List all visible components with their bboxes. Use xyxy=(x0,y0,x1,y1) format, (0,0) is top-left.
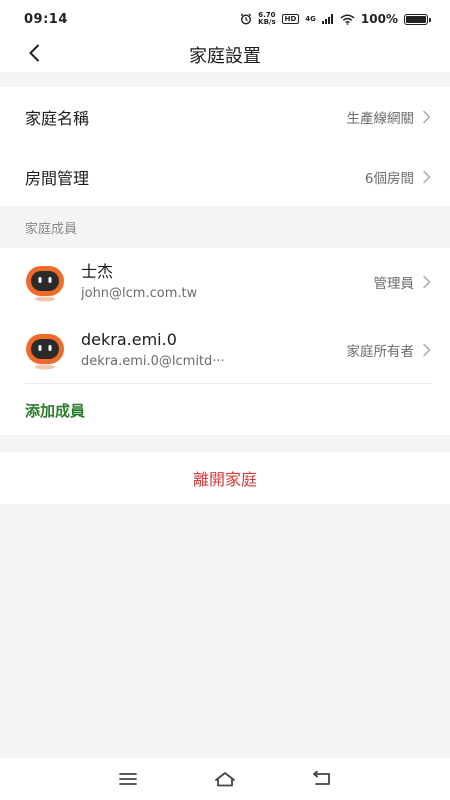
system-nav-bar xyxy=(0,758,450,800)
member-info: dekra.emi.0 dekra.emi.0@lcmitd··· xyxy=(81,329,347,371)
member-info: 士杰 john@lcm.com.tw xyxy=(81,261,374,303)
page-title: 家庭設置 xyxy=(189,46,261,67)
menu-button[interactable] xyxy=(108,764,148,794)
home-settings-card: 家庭名稱 生產線網關 房間管理 6個房間 xyxy=(0,87,450,206)
add-member-button[interactable]: 添加成員 xyxy=(25,400,85,421)
chevron-right-icon xyxy=(423,343,431,357)
member-row[interactable]: dekra.emi.0 dekra.emi.0@lcmitd··· 家庭所有者 xyxy=(0,316,450,384)
back-icon xyxy=(312,771,330,785)
speed-unit: KB/s xyxy=(258,18,276,26)
wifi-icon xyxy=(340,14,355,25)
member-role: 家庭所有者 xyxy=(346,344,415,360)
home-name-value-group: 生產線網關 xyxy=(347,107,433,127)
leave-home-button[interactable]: 離開家庭 xyxy=(0,452,450,504)
home-name-label: 家庭名稱 xyxy=(25,109,90,128)
member-email: john@lcm.com.tw xyxy=(81,286,198,301)
back-button[interactable] xyxy=(22,41,46,65)
room-management-row[interactable]: 房間管理 6個房間 xyxy=(0,147,450,206)
alarm-icon xyxy=(240,13,252,25)
member-row[interactable]: 士杰 john@lcm.com.tw 管理員 xyxy=(0,248,450,316)
battery-icon xyxy=(404,13,431,25)
leave-home-label: 離開家庭 xyxy=(192,470,257,489)
members-card: 士杰 john@lcm.com.tw 管理員 dekra.emi.0 dekra… xyxy=(0,248,450,435)
divider xyxy=(25,383,432,384)
room-management-label: 房間管理 xyxy=(25,168,90,188)
home-icon xyxy=(215,772,235,787)
robot-avatar-icon xyxy=(26,266,64,302)
status-bar: 09:14 6.70 KB/s HD 4G 100% xyxy=(0,0,450,38)
network-speed: 6.70 KB/s xyxy=(258,12,275,26)
chevron-right-icon xyxy=(423,170,431,183)
chevron-right-icon xyxy=(423,275,431,289)
robot-avatar-icon xyxy=(26,334,64,370)
member-name: dekra.emi.0 xyxy=(81,330,177,349)
signal-icon xyxy=(321,14,333,24)
status-time: 09:14 xyxy=(24,11,68,27)
members-section-title: 家庭成員 xyxy=(25,222,78,237)
menu-icon xyxy=(119,773,138,785)
hd-badge: HD xyxy=(281,14,300,24)
home-button[interactable] xyxy=(205,764,245,794)
member-name: 士杰 xyxy=(81,262,114,281)
member-role: 管理員 xyxy=(373,276,415,292)
home-name-value: 生產線網關 xyxy=(346,111,415,127)
battery-percent: 100% xyxy=(360,12,398,26)
room-count-value: 6個房間 xyxy=(364,170,414,187)
back-nav-button[interactable] xyxy=(302,764,342,794)
member-email: dekra.emi.0@lcmitd··· xyxy=(81,354,225,369)
home-name-row[interactable]: 家庭名稱 生產線網關 xyxy=(0,87,450,147)
page-header: 家庭設置 xyxy=(0,38,450,72)
room-management-value-group: 6個房間 xyxy=(365,167,432,187)
chevron-right-icon xyxy=(423,110,431,124)
chevron-left-icon xyxy=(29,44,39,62)
status-icons: 6.70 KB/s HD 4G 100% xyxy=(240,12,431,26)
network-type: 4G xyxy=(305,15,316,23)
